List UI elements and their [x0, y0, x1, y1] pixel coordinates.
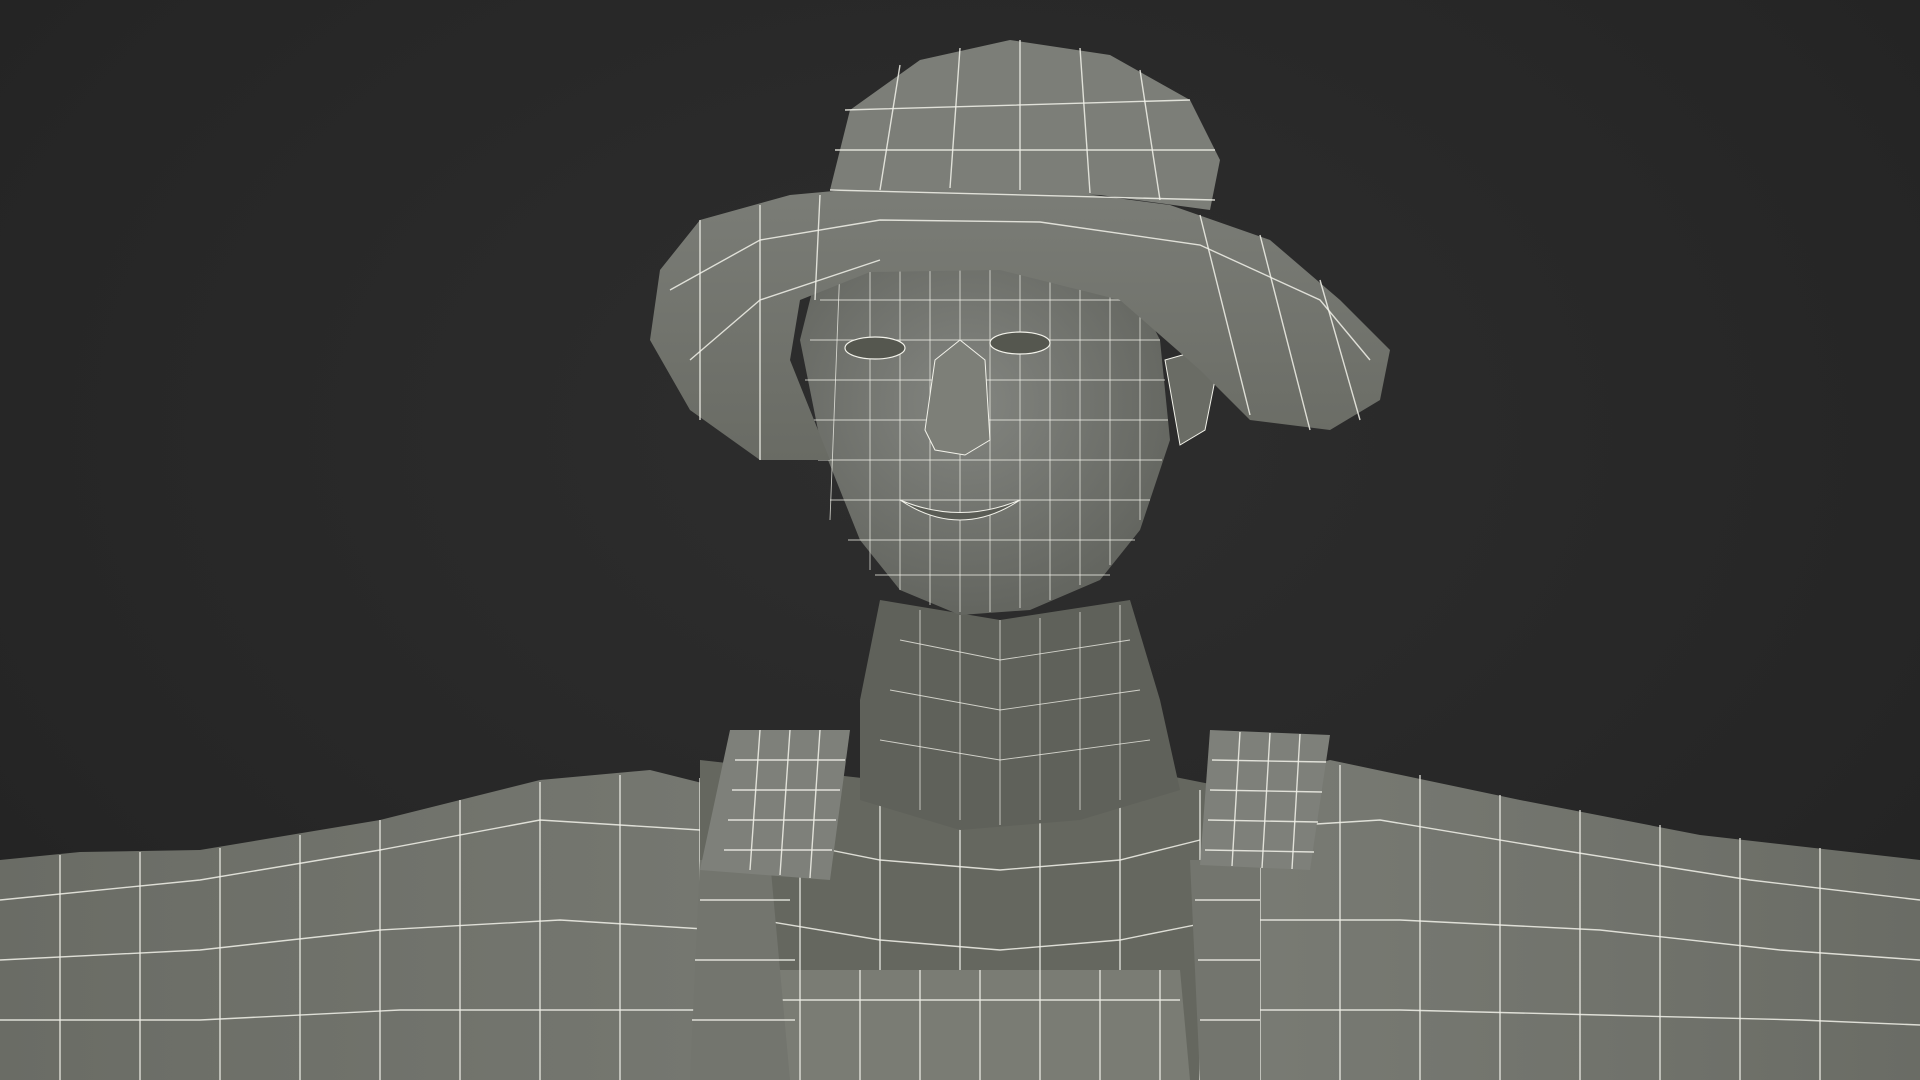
hat-crown	[830, 40, 1220, 210]
overall-bib	[750, 970, 1190, 1080]
wireframe-render	[0, 40, 1920, 1080]
left-eye	[844, 336, 906, 360]
right-eye	[989, 331, 1051, 355]
neck	[860, 600, 1180, 830]
render-viewport	[0, 0, 1920, 1080]
left-arm	[0, 770, 760, 1080]
